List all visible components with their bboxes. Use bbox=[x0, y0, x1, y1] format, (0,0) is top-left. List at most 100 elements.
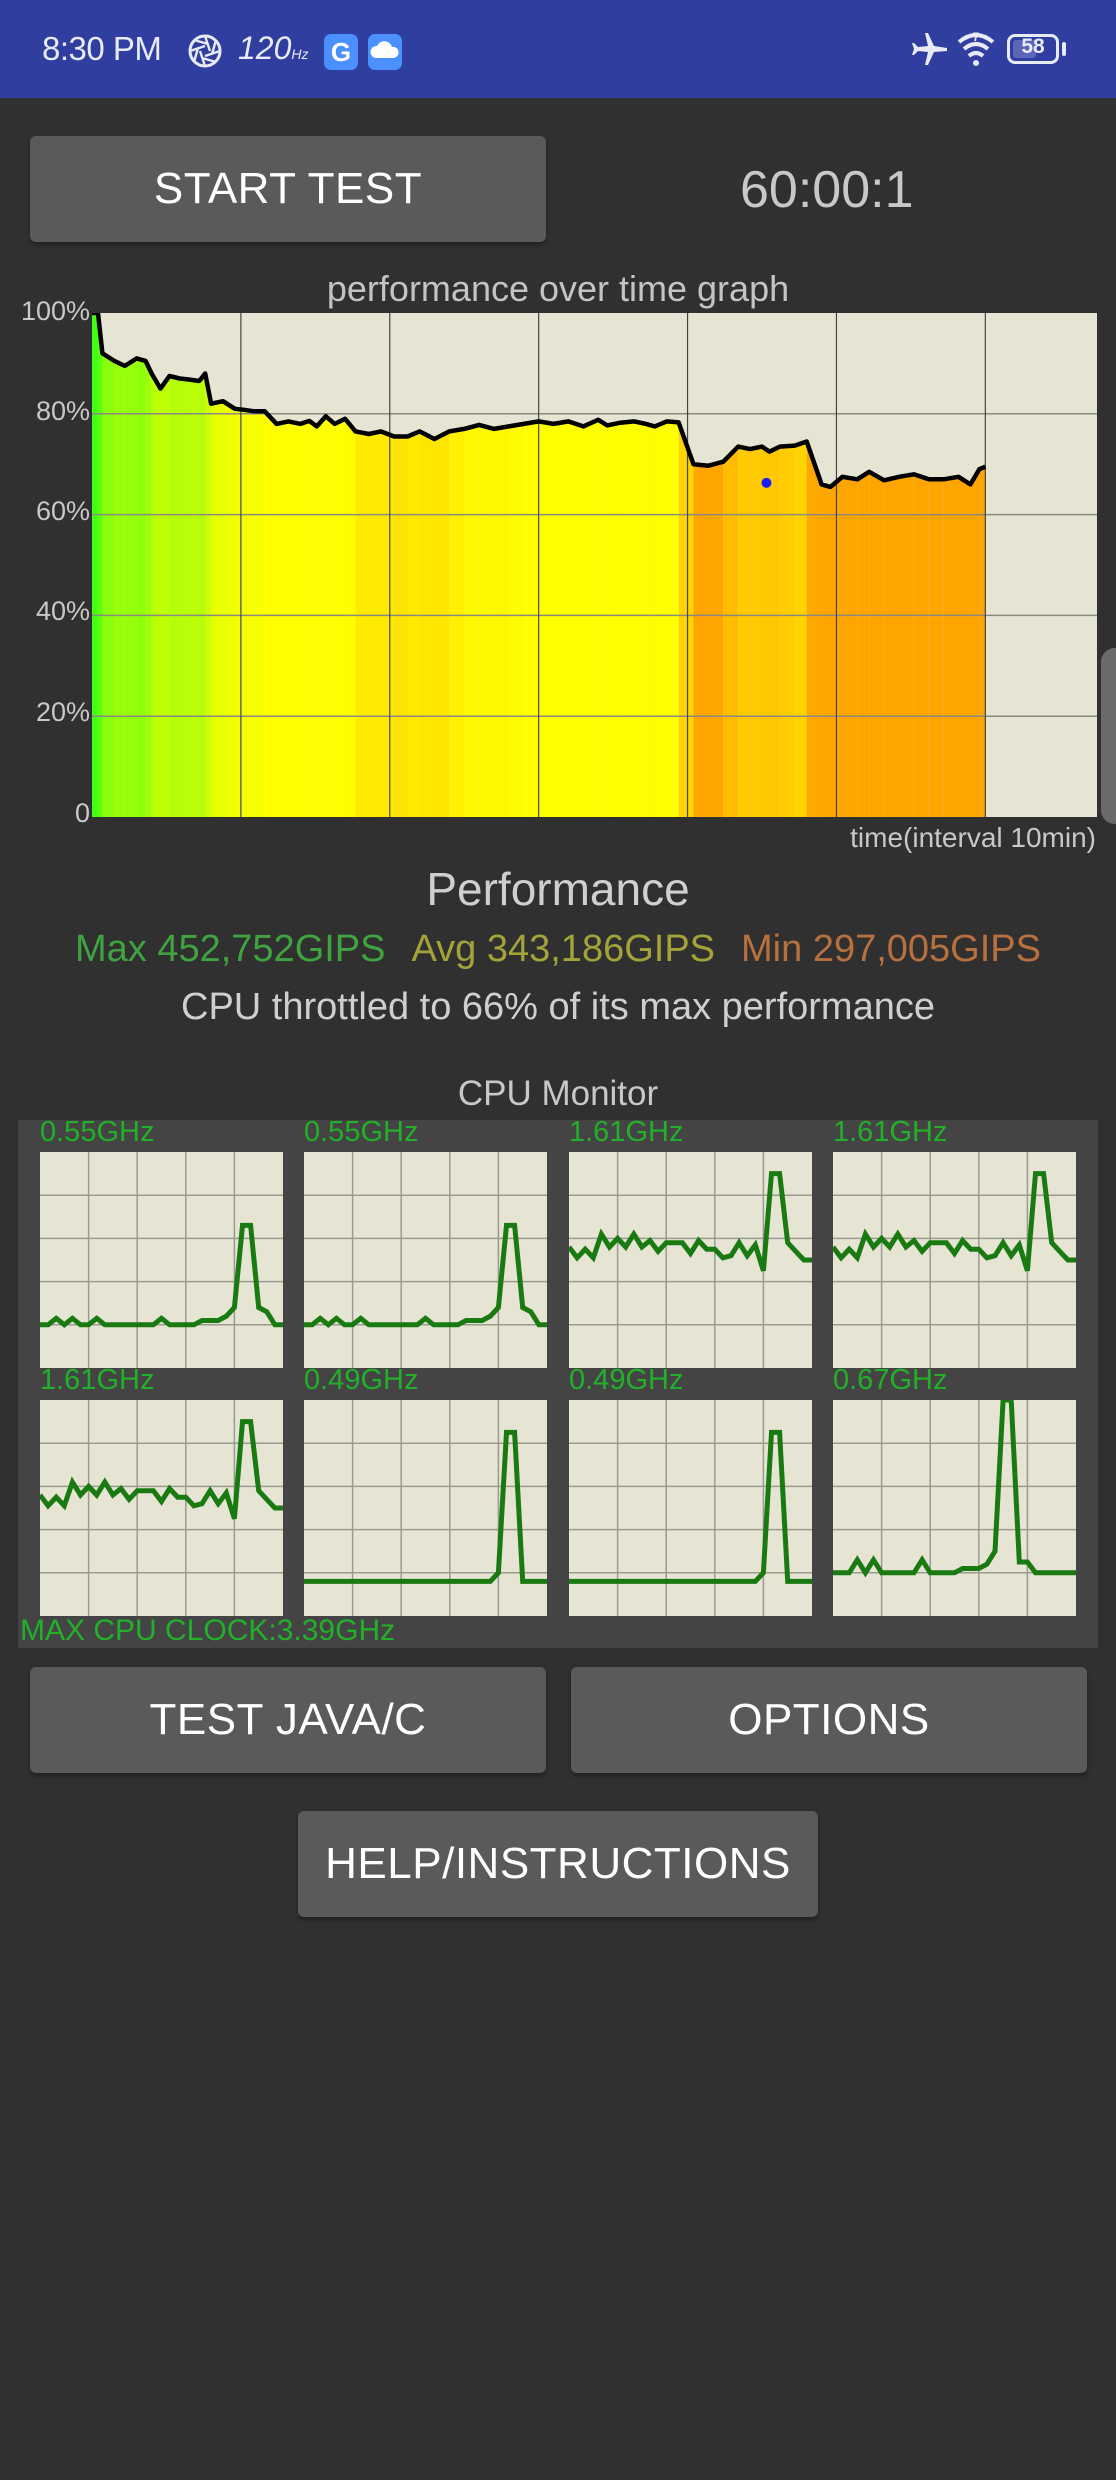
performance-fill-band bbox=[334, 418, 346, 817]
avg-performance: Avg 343,186GIPS bbox=[411, 928, 716, 970]
cpu-monitor-title: CPU Monitor bbox=[457, 1074, 659, 1113]
refresh-rate-value: 120 bbox=[238, 30, 292, 66]
cpu-core-frequency: 1.61GHz bbox=[569, 1116, 684, 1148]
performance-fill-band bbox=[234, 408, 244, 817]
performance-fill-band bbox=[355, 431, 369, 817]
cpu-core-frequency: 1.61GHz bbox=[40, 1364, 155, 1396]
x-axis-label: time(interval 10min) bbox=[850, 822, 1096, 853]
performance-fill-band bbox=[223, 401, 235, 817]
battery-level: 58 bbox=[1021, 35, 1045, 58]
performance-fill-band bbox=[494, 426, 509, 817]
cloud-icon bbox=[368, 34, 402, 70]
performance-fill-band bbox=[92, 313, 98, 817]
performance-fill-band bbox=[943, 476, 959, 817]
cpu-core-frequency: 1.61GHz bbox=[833, 1116, 948, 1148]
performance-fill-band bbox=[102, 353, 115, 817]
graph-title: performance over time graph bbox=[326, 268, 790, 309]
performance-fill-band bbox=[654, 421, 667, 817]
battery-tip bbox=[1062, 42, 1066, 56]
y-tick-label: 80% bbox=[35, 396, 90, 426]
performance-fill-band bbox=[769, 446, 780, 817]
cpu-core-graph bbox=[833, 1400, 1076, 1616]
performance-fill-band bbox=[750, 446, 762, 817]
google-icon: G bbox=[324, 34, 358, 70]
refresh-rate-indicator: 120Hz bbox=[238, 30, 309, 67]
performance-fill-band bbox=[583, 419, 599, 817]
performance-fill-band bbox=[243, 409, 255, 817]
test-java-c-button[interactable]: TEST JAVA/C bbox=[30, 1667, 546, 1773]
options-button[interactable]: OPTIONS bbox=[571, 1667, 1087, 1773]
performance-fill-band bbox=[666, 421, 679, 817]
side-panel-handle[interactable] bbox=[1101, 648, 1116, 824]
performance-fill-band bbox=[276, 421, 289, 817]
core-graph-background bbox=[304, 1152, 547, 1368]
performance-fill-band bbox=[607, 422, 620, 817]
performance-fill-band bbox=[300, 420, 310, 817]
performance-fill-band bbox=[368, 431, 381, 817]
cpu-core-graph bbox=[833, 1152, 1076, 1368]
performance-fill-band bbox=[508, 423, 524, 817]
y-tick-label: 60% bbox=[35, 496, 90, 526]
performance-fill-band bbox=[979, 466, 986, 817]
performance-fill-band bbox=[619, 421, 634, 817]
performance-fill-band bbox=[169, 376, 180, 817]
performance-fill-band bbox=[407, 431, 420, 817]
min-performance: Min 297,005GIPS bbox=[741, 928, 1041, 970]
core-graph-background bbox=[569, 1152, 812, 1368]
performance-fill-band bbox=[857, 471, 870, 817]
performance-fill-band bbox=[449, 428, 465, 817]
performance-fill-band bbox=[928, 479, 944, 817]
cpu-core-frequency: 0.55GHz bbox=[40, 1116, 155, 1148]
performance-fill-band bbox=[205, 373, 212, 817]
performance-graph bbox=[92, 313, 1097, 817]
cpu-core-frequency: 0.55GHz bbox=[304, 1116, 419, 1148]
performance-fill-band bbox=[316, 416, 326, 817]
battery-icon: 58 bbox=[1007, 34, 1059, 64]
performance-fill-band bbox=[394, 436, 408, 817]
performance-fill-band bbox=[553, 421, 569, 817]
performance-fill-band bbox=[97, 313, 103, 817]
performance-fill-band bbox=[598, 419, 608, 817]
performance-fill-band bbox=[568, 421, 584, 817]
cpu-core-graph bbox=[40, 1400, 283, 1616]
cpu-core-graph bbox=[304, 1152, 547, 1368]
performance-fill-band bbox=[869, 471, 885, 817]
performance-fill-band bbox=[794, 441, 807, 817]
performance-fill-band bbox=[199, 373, 206, 817]
throttle-summary: CPU throttled to 66% of its max performa… bbox=[181, 986, 935, 1028]
performance-fill-band bbox=[151, 373, 161, 817]
performance-fill-band bbox=[898, 474, 914, 817]
performance-fill-band bbox=[723, 446, 739, 817]
performance-fill-band bbox=[325, 416, 335, 817]
performance-fill-band bbox=[188, 379, 200, 817]
performance-fill-band bbox=[538, 421, 554, 817]
performance-fill-band bbox=[345, 418, 356, 817]
performance-fill-band bbox=[380, 431, 395, 817]
core-graph-background bbox=[40, 1152, 283, 1368]
help-instructions-button[interactable]: HELP/INSTRUCTIONS bbox=[298, 1811, 818, 1917]
aperture-icon bbox=[188, 34, 222, 68]
performance-fill-band bbox=[288, 421, 301, 817]
performance-fill-band bbox=[264, 411, 277, 817]
performance-fill-band bbox=[633, 421, 646, 817]
performance-fill-band bbox=[970, 469, 980, 817]
performance-fill-band bbox=[693, 464, 709, 817]
performance-title: Performance bbox=[426, 863, 690, 915]
performance-fill-band bbox=[145, 360, 152, 817]
start-test-button[interactable]: START TEST bbox=[30, 136, 546, 242]
cpu-core-frequency: 0.49GHz bbox=[569, 1364, 684, 1396]
y-tick-label: 40% bbox=[35, 596, 90, 626]
performance-fill-band bbox=[913, 474, 929, 817]
max-performance: Max 452,752GIPS bbox=[74, 928, 386, 970]
test-timer: 60:00:1 bbox=[740, 161, 914, 219]
y-tick-label: 100% bbox=[20, 296, 90, 326]
cpu-core-graph bbox=[569, 1152, 812, 1368]
performance-fill-band bbox=[136, 358, 146, 817]
performance-fill-band bbox=[958, 476, 971, 817]
performance-fill-band bbox=[479, 424, 494, 817]
performance-fill-band bbox=[842, 476, 858, 817]
y-tick-label: 0 bbox=[74, 798, 90, 828]
performance-fill-band bbox=[114, 360, 125, 817]
performance-fill-band bbox=[434, 431, 450, 817]
performance-fill-band bbox=[211, 401, 224, 817]
